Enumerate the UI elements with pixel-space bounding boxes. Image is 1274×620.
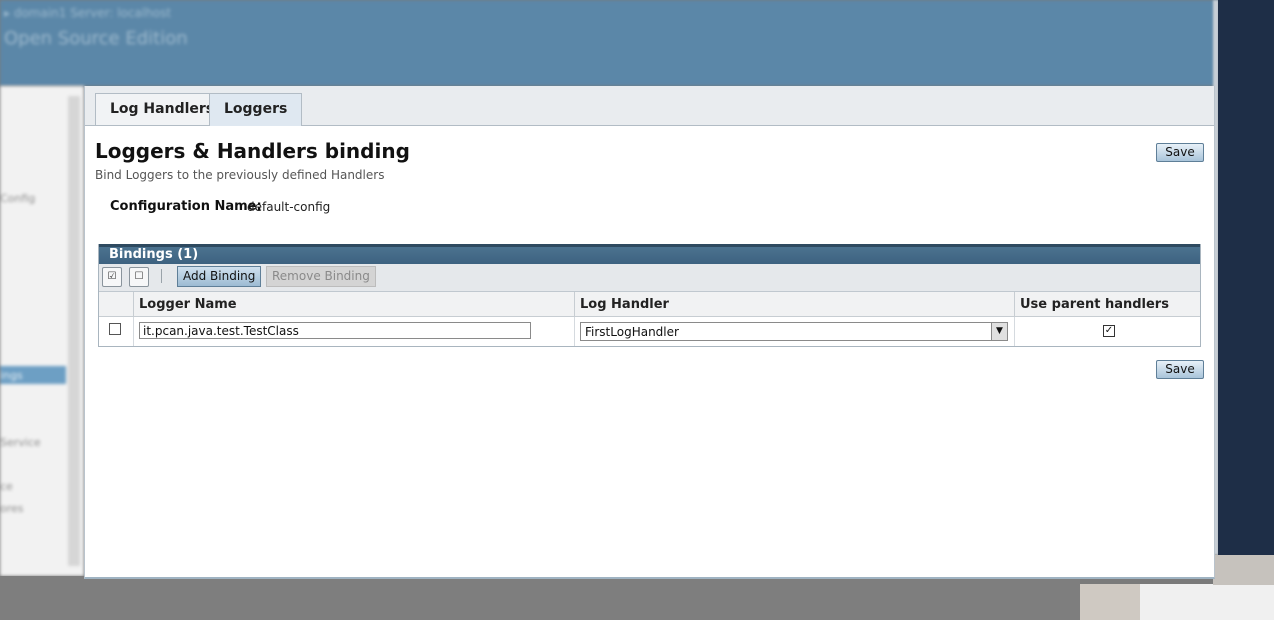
logger-name-cell: it.pcan.java.test.TestClass: [133, 317, 574, 346]
loggers-panel: Log Handlers Loggers Loggers & Handlers …: [84, 86, 1215, 579]
tab-loggers[interactable]: Loggers: [209, 93, 303, 126]
log-handler-select[interactable]: FirstLogHandler ▼: [580, 322, 1008, 341]
background-product-name: Open Source Edition: [4, 28, 188, 49]
save-button-bottom[interactable]: Save: [1156, 360, 1204, 379]
configuration-name-label: Configuration Name:: [110, 199, 262, 214]
background-sidebar-item: Service: [0, 436, 41, 449]
page-title: Loggers & Handlers binding: [95, 139, 410, 163]
use-parent-handlers-cell: ✓: [1014, 317, 1200, 346]
background-taskbar-segment: [1080, 584, 1140, 620]
column-header-use-parent-handlers[interactable]: Use parent handlers: [1014, 292, 1200, 316]
logger-name-input[interactable]: it.pcan.java.test.TestClass: [139, 322, 531, 339]
select-all-icon[interactable]: ☑: [102, 267, 122, 287]
use-parent-handlers-checkbox[interactable]: ✓: [1103, 325, 1115, 337]
bindings-table: Bindings (1) ☑ ☐ Add Binding Remove Bind…: [98, 244, 1201, 347]
bindings-table-title-text: Bindings (1): [109, 247, 199, 262]
configuration-name-value: default-config: [247, 200, 331, 214]
background-taskbar-segment: [1140, 584, 1274, 620]
background-sidebar-item: Config: [0, 192, 36, 205]
background-taskbar-segment: [1213, 555, 1274, 585]
tab-bar: Log Handlers Loggers: [85, 86, 1214, 126]
row-select-cell: [99, 317, 133, 346]
background-sidebar-item: ce: [0, 480, 13, 493]
background-scrollbar: [68, 96, 80, 566]
background-sidebar-item: ings: [0, 369, 23, 382]
column-header-select: [99, 292, 133, 316]
background-sidebar-item: ores: [0, 502, 24, 515]
background-right-pane: [1218, 0, 1274, 555]
column-header-log-handler[interactable]: Log Handler: [574, 292, 1014, 316]
bindings-table-title: Bindings (1): [99, 244, 1200, 264]
column-header-logger-name[interactable]: Logger Name: [133, 292, 574, 316]
remove-binding-button: Remove Binding: [266, 266, 376, 287]
page-subtitle: Bind Loggers to the previously defined H…: [95, 168, 385, 182]
dropdown-arrow-icon[interactable]: ▼: [991, 323, 1007, 340]
background-taskbar: [0, 576, 1080, 620]
background-app-header: ▸ domain1 Server: localhost Open Source …: [0, 0, 1218, 86]
deselect-all-icon[interactable]: ☐: [129, 267, 149, 287]
table-row: it.pcan.java.test.TestClass FirstLogHand…: [99, 317, 1200, 346]
add-binding-button[interactable]: Add Binding: [177, 266, 262, 287]
background-sidebar: Config ings Service ce ores: [0, 86, 84, 576]
log-handler-selected-value: FirstLogHandler: [585, 325, 679, 339]
background-breadcrumb: ▸ domain1 Server: localhost: [4, 6, 172, 20]
toolbar-separator: [161, 269, 162, 283]
table-header: Logger Name Log Handler Use parent handl…: [99, 292, 1200, 317]
row-select-checkbox[interactable]: [109, 323, 121, 335]
log-handler-cell: FirstLogHandler ▼: [574, 317, 1014, 346]
bindings-toolbar: ☑ ☐ Add Binding Remove Binding: [99, 264, 1200, 292]
save-button-top[interactable]: Save: [1156, 143, 1204, 162]
